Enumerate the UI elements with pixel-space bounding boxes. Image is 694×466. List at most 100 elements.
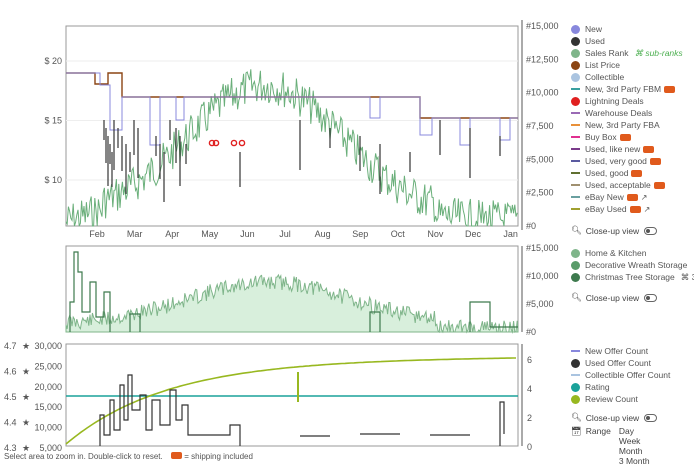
toggle-switch[interactable] xyxy=(644,413,658,422)
price-tick-label: $ 15 xyxy=(44,116,62,126)
star-icon: ★ xyxy=(22,418,30,428)
legend-item[interactable]: eBay Used ↗ xyxy=(571,203,650,215)
legend-item[interactable]: Warehouse Deals xyxy=(571,107,652,119)
price-chart[interactable]: $ 20 $ 15 $ 10 #15,000 #12,500 #10,000 #7,500 #… xyxy=(0,0,560,240)
star-icon: ★ xyxy=(22,392,30,402)
legend-label: Sales Rank xyxy=(585,48,629,58)
range-option-week[interactable]: Week xyxy=(619,436,650,446)
legend-item[interactable]: Buy Box xyxy=(571,131,631,143)
truck-icon xyxy=(653,181,665,189)
legend-label: eBay Used xyxy=(585,204,627,214)
legend-item[interactable]: Decorative Wreath Storage xyxy=(571,259,687,271)
external-link-icon[interactable]: ↗ xyxy=(644,205,651,214)
price-tick-label: $ 10 xyxy=(44,175,62,185)
legend-label: Decorative Wreath Storage xyxy=(585,260,688,270)
legend-item[interactable]: Collectible xyxy=(571,71,624,83)
month-label: Sep xyxy=(352,229,368,239)
legend-item[interactable]: Used, acceptable xyxy=(571,179,665,191)
review-count-tick: 20,000 xyxy=(34,382,62,392)
range-option-month[interactable]: Month xyxy=(619,446,650,456)
search-icon: 🔍︎ xyxy=(571,292,582,302)
legend-item[interactable]: Used, good xyxy=(571,167,643,179)
closeup-toggle-rank[interactable]: 🔍︎ Close-up view xyxy=(571,292,658,303)
legend-item[interactable]: Used, like new xyxy=(571,143,655,155)
legend-item[interactable]: New, 3rd Party FBA xyxy=(571,119,660,131)
legend-item[interactable]: New Offer Count xyxy=(571,345,648,357)
offers-chart[interactable]: 30,000 25,000 20,000 15,000 10,000 5,000 4.7 ★ 4… xyxy=(0,340,560,453)
sub-ranks-link[interactable]: ⌘ 3 xyxy=(681,272,694,283)
sales-rank-chart-canvas[interactable]: #15,000 #10,000 #5,000 #0 xyxy=(0,242,560,338)
month-label: Dec xyxy=(465,229,482,239)
price-chart-canvas[interactable]: $ 20 $ 15 $ 10 #15,000 #12,500 #10,000 #7,500 #… xyxy=(0,0,560,240)
closeup-label: Close-up view xyxy=(585,292,640,303)
offer-count-tick: 0 xyxy=(527,442,532,452)
legend-label: Buy Box xyxy=(585,132,617,142)
dot-swatch xyxy=(571,96,580,106)
truck-icon xyxy=(664,85,676,93)
legend-label: List Price xyxy=(585,60,620,70)
offers-chart-canvas[interactable]: 30,000 25,000 20,000 15,000 10,000 5,000 4.7 ★ 4… xyxy=(0,340,560,453)
legend-item[interactable]: Used xyxy=(571,35,605,47)
range-option-day[interactable]: Day xyxy=(619,426,650,436)
legend-item[interactable]: Sales Rank ⌘ sub-ranks xyxy=(571,47,683,59)
line-swatch xyxy=(571,184,580,186)
dot-swatch xyxy=(571,260,580,270)
legend-item[interactable]: Christmas Tree Storage ⌘ 3 xyxy=(571,271,694,283)
legend-item[interactable]: Collectible Offer Count xyxy=(571,369,670,381)
range-option-3month[interactable]: 3 Month xyxy=(619,456,650,466)
rank-tick-label: #0 xyxy=(526,327,536,337)
range-selector: 📅︎ Range Day Week Month 3 Month xyxy=(571,426,650,466)
toggle-switch[interactable] xyxy=(644,226,658,235)
month-label: May xyxy=(201,229,219,239)
legend-label: Home & Kitchen xyxy=(585,248,647,258)
external-link-icon[interactable]: ↗ xyxy=(641,193,648,202)
legend-item[interactable]: Lightning Deals xyxy=(571,95,644,107)
legend-item[interactable]: Review Count xyxy=(571,393,638,405)
line-swatch xyxy=(571,160,580,162)
line-swatch xyxy=(571,208,580,210)
toggle-switch[interactable] xyxy=(644,293,658,302)
star-icon: ★ xyxy=(22,443,30,452)
sub-ranks-link[interactable]: ⌘ sub-ranks xyxy=(634,48,682,59)
legend-item[interactable]: New, 3rd Party FBM xyxy=(571,83,676,95)
review-count-tick: 15,000 xyxy=(34,402,62,412)
closeup-toggle-offers[interactable]: 🔍︎ Close-up view xyxy=(571,412,658,423)
legend-item[interactable]: List Price xyxy=(571,59,620,71)
truck-icon xyxy=(631,169,643,177)
rank-tick-label: #7,500 xyxy=(526,121,554,131)
closeup-toggle-price[interactable]: 🔍︎ Close-up view xyxy=(571,225,658,236)
legend-label: Collectible Offer Count xyxy=(585,370,671,380)
legend-item[interactable]: Used, very good xyxy=(571,155,661,167)
rank-tick-label: #12,500 xyxy=(526,54,559,64)
month-label: Mar xyxy=(127,229,143,239)
legend-label: New Offer Count xyxy=(585,346,649,356)
line-swatch xyxy=(571,136,580,138)
legend-item[interactable]: Rating xyxy=(571,381,610,393)
dot-swatch xyxy=(571,24,580,34)
truck-icon xyxy=(649,157,661,165)
dot-swatch xyxy=(571,394,580,404)
closeup-label: Close-up view xyxy=(585,412,640,423)
offer-count-tick: 4 xyxy=(527,384,532,394)
legend-label: Christmas Tree Storage xyxy=(585,272,675,282)
legend-label: Rating xyxy=(585,382,610,392)
line-swatch xyxy=(571,88,580,90)
used-offer-count-line xyxy=(99,374,241,446)
legend-item[interactable]: Used Offer Count xyxy=(571,357,651,369)
truck-icon xyxy=(643,145,655,153)
line-swatch xyxy=(571,350,580,352)
month-label: Nov xyxy=(427,229,444,239)
offer-count-tick: 2 xyxy=(527,413,532,423)
legend-item[interactable]: New xyxy=(571,23,602,35)
legend-item[interactable]: eBay New ↗ xyxy=(571,191,647,203)
rank-tick-label: #10,000 xyxy=(526,88,559,98)
truck-icon xyxy=(170,452,182,459)
sales-rank-chart[interactable]: #15,000 #10,000 #5,000 #0 xyxy=(0,242,560,338)
rating-tick: 4.6 xyxy=(4,367,17,377)
dot-swatch xyxy=(571,358,580,368)
month-label: Oct xyxy=(391,229,406,239)
calendar-icon: 📅︎ xyxy=(571,426,582,436)
legend-item[interactable]: Home & Kitchen xyxy=(571,247,646,259)
zoom-hint: Select area to zoom in. Double-click to … xyxy=(4,452,163,461)
offer-count-tick: 6 xyxy=(527,355,532,365)
